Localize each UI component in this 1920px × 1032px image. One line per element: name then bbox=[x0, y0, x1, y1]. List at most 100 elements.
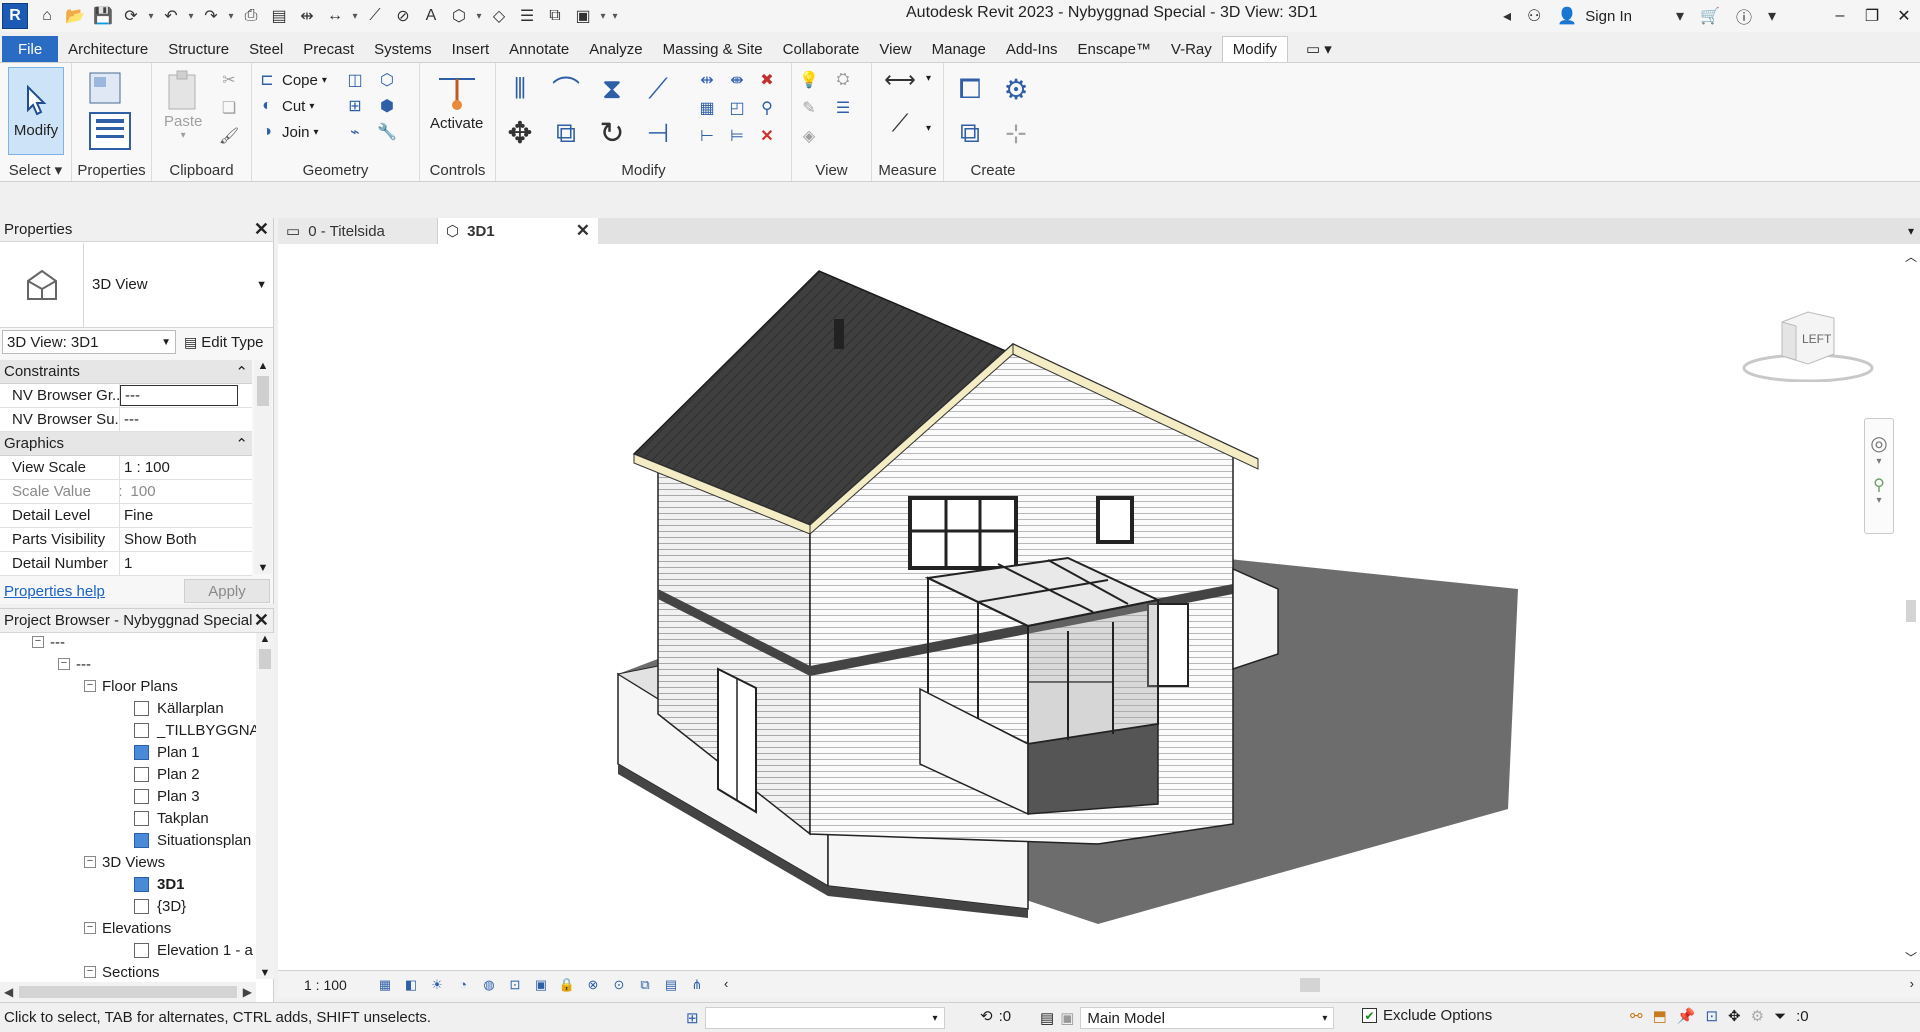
delete-icon[interactable]: ✕ bbox=[756, 125, 778, 147]
split-face-icon[interactable]: ◫ bbox=[344, 69, 366, 91]
paste-dropdown-icon[interactable]: ▾ bbox=[181, 130, 186, 141]
tab-list-dropdown-icon[interactable]: ▾ bbox=[1908, 224, 1914, 238]
rotate-icon[interactable]: ↻ bbox=[592, 113, 632, 153]
tab-collaborate[interactable]: Collaborate bbox=[773, 36, 870, 62]
temp-view-props-icon[interactable]: ⧉ bbox=[634, 975, 656, 995]
group-constraints[interactable]: Constraints ⌃ bbox=[0, 360, 252, 384]
show-constraints-icon[interactable]: ⋔ bbox=[686, 975, 708, 995]
create-similar-icon[interactable]: ⊹ bbox=[996, 113, 1036, 153]
customize-qat-icon[interactable]: ▾ bbox=[610, 4, 620, 28]
cut-clipboard-icon[interactable]: ✂ bbox=[218, 69, 240, 91]
scroll-down-icon[interactable]: ▼ bbox=[256, 967, 274, 979]
scroll-thumb[interactable] bbox=[1906, 600, 1916, 622]
detail-level-icon[interactable]: ▦ bbox=[374, 975, 396, 995]
type-dropdown-icon[interactable]: ▼ bbox=[256, 279, 267, 291]
3d-house-model[interactable] bbox=[278, 244, 1920, 970]
paint-view-icon[interactable]: ◈ bbox=[798, 125, 820, 147]
list-item[interactable]: Källarplan bbox=[134, 697, 224, 719]
thin-lines-icon[interactable]: ☰ bbox=[514, 4, 540, 28]
reveal-hidden-icon[interactable]: ⊙ bbox=[608, 975, 630, 995]
apply-button[interactable]: Apply bbox=[184, 579, 270, 603]
switch-windows-dropdown-icon[interactable]: ▾ bbox=[598, 4, 608, 28]
worksets-icon[interactable]: ⊞ bbox=[686, 1009, 699, 1027]
join-button[interactable]: ◑ Join ▾ bbox=[256, 121, 318, 143]
tab-systems[interactable]: Systems bbox=[364, 36, 442, 62]
main-model-combo[interactable]: Main Model ▾ bbox=[1080, 1007, 1335, 1029]
offset-icon[interactable]: ⌒ bbox=[546, 69, 586, 109]
tree-node[interactable]: − --- bbox=[58, 653, 91, 675]
paint-icon[interactable]: ⬢ bbox=[376, 95, 398, 117]
browser-hscrollbar[interactable]: ◀ ▶ bbox=[0, 982, 256, 1002]
hide-in-view-icon[interactable]: 💡 bbox=[798, 69, 820, 91]
trim-extend-icon[interactable]: ⊣ bbox=[638, 113, 678, 153]
split-element-icon[interactable]: ⇹ bbox=[696, 69, 718, 91]
viewcube[interactable]: LEFT bbox=[1738, 302, 1878, 383]
drag-on-selection-icon[interactable]: ✥ bbox=[1728, 1007, 1741, 1025]
dimension-ribbon-dropdown-icon[interactable]: ▾ bbox=[926, 123, 931, 134]
list-item[interactable]: {3D} bbox=[134, 895, 186, 917]
tag-icon[interactable]: ⊘ bbox=[390, 4, 416, 28]
copy-icon[interactable]: ⧉ bbox=[546, 113, 586, 153]
tab-structure[interactable]: Structure bbox=[158, 36, 239, 62]
align-icon[interactable]: ⫴ bbox=[500, 69, 540, 109]
aligned-dimension-icon[interactable]: ↔ bbox=[322, 4, 348, 28]
mirror-pick-axis-icon[interactable]: ⧗ bbox=[592, 69, 632, 109]
spot-elevation-icon[interactable]: ⟋ bbox=[362, 4, 388, 28]
tree-node[interactable]: − --- bbox=[32, 633, 65, 653]
trim-multiple-icon[interactable]: ⊨ bbox=[726, 125, 748, 147]
scroll-up-icon[interactable]: ▲ bbox=[254, 360, 272, 372]
close-hidden-windows-icon[interactable]: ⧉ bbox=[542, 4, 568, 28]
property-row[interactable]: Parts Visibility Show Both bbox=[0, 528, 252, 552]
list-item[interactable]: Situationsplan bbox=[134, 829, 251, 851]
property-row[interactable]: Detail Level Fine bbox=[0, 504, 252, 528]
workset-combo[interactable]: ▾ bbox=[704, 1007, 945, 1029]
list-item[interactable]: Takplan bbox=[134, 807, 209, 829]
section-icon[interactable]: ◇ bbox=[486, 4, 512, 28]
linework-icon[interactable]: ✎ bbox=[798, 97, 820, 119]
collapse-toggle-icon[interactable]: − bbox=[58, 658, 70, 670]
print-icon[interactable]: ⎙ bbox=[238, 4, 264, 28]
user-icon[interactable]: 👤 bbox=[1557, 6, 1577, 26]
array-icon[interactable]: ▦ bbox=[696, 97, 718, 119]
match-type-icon[interactable]: 🖌 bbox=[218, 125, 240, 147]
unjoin-icon[interactable]: ✖ bbox=[756, 69, 778, 91]
tab-enscape[interactable]: Enscape™ bbox=[1068, 36, 1161, 62]
canvas-vscrollbar[interactable]: ︿ ﹀ bbox=[1900, 244, 1920, 970]
type-properties-button[interactable] bbox=[86, 69, 126, 107]
scroll-thumb[interactable] bbox=[259, 649, 271, 669]
redo-dropdown-icon[interactable]: ▾ bbox=[226, 4, 236, 28]
steering-wheel-icon[interactable]: ◎ bbox=[1865, 431, 1893, 456]
exclude-options-checkbox[interactable]: ✔ bbox=[1362, 1008, 1377, 1023]
collapse-toggle-icon[interactable]: − bbox=[84, 966, 96, 978]
scroll-down-icon[interactable]: ▼ bbox=[254, 562, 272, 574]
save-icon[interactable]: 💾 bbox=[90, 4, 116, 28]
3d-dropdown-icon[interactable]: ▾ bbox=[474, 4, 484, 28]
cope-button[interactable]: ⊏ Cope ▾ bbox=[256, 69, 327, 91]
tab-insert[interactable]: Insert bbox=[442, 36, 500, 62]
browser-scrollbar[interactable]: ▲ ▼ bbox=[256, 633, 274, 979]
group-graphics[interactable]: Graphics ⌃ bbox=[0, 432, 252, 456]
exclude-options-area[interactable]: ✔ Exclude Options bbox=[1362, 1007, 1492, 1024]
property-row[interactable]: View Scale 1 : 100 bbox=[0, 456, 252, 480]
create-parts-icon[interactable]: ⚙ bbox=[996, 69, 1036, 109]
tab-annotate[interactable]: Annotate bbox=[499, 36, 579, 62]
home-icon[interactable]: ⌂ bbox=[34, 4, 60, 28]
paste-button[interactable]: Paste ▾ bbox=[164, 69, 202, 141]
measure-between-icon[interactable]: ⟷ bbox=[878, 67, 922, 92]
create-group-icon[interactable]: ⧉ bbox=[950, 113, 990, 153]
modify-tool-button[interactable]: Modify bbox=[8, 67, 64, 155]
tab-manage[interactable]: Manage bbox=[922, 36, 996, 62]
tab-steel[interactable]: Steel bbox=[239, 36, 293, 62]
worksharing-display-icon[interactable]: ▤ bbox=[660, 975, 682, 995]
scroll-thumb[interactable] bbox=[257, 376, 269, 406]
tab-architecture[interactable]: Architecture bbox=[58, 36, 158, 62]
view-instance-select[interactable]: 3D View: 3D1 ▼ bbox=[2, 330, 176, 354]
list-item[interactable]: 3D1 bbox=[134, 873, 185, 895]
temp-hide-icon[interactable]: ⊗ bbox=[582, 975, 604, 995]
revit-logo[interactable]: R bbox=[2, 3, 28, 29]
create-assembly-icon[interactable]: ⧠ bbox=[950, 69, 990, 109]
show-crop-icon[interactable]: ▣ bbox=[530, 975, 552, 995]
text-icon[interactable]: A bbox=[418, 4, 444, 28]
crop-view-icon[interactable]: ⊡ bbox=[504, 975, 526, 995]
tree-node-3d-views[interactable]: −3D Views bbox=[84, 851, 165, 873]
